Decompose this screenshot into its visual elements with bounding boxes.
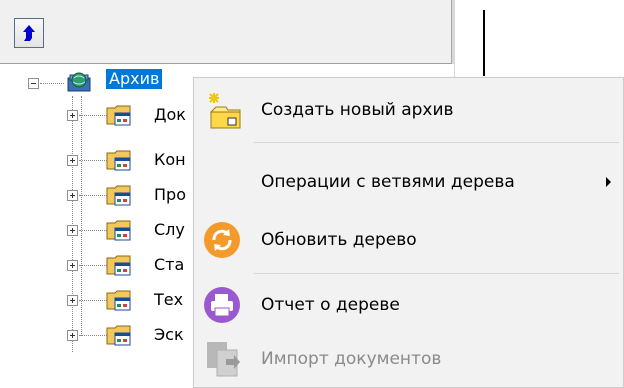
expand-toggle[interactable] <box>67 110 78 121</box>
menu-item-label: Импорт документов <box>261 349 442 369</box>
menu-separator <box>254 142 619 143</box>
folder-document-icon <box>106 105 131 126</box>
expand-toggle[interactable] <box>67 330 78 341</box>
tree-node-label: Слу <box>154 220 185 239</box>
menu-item-label: Обновить дерево <box>261 230 417 250</box>
arrow-up-blue-icon <box>23 25 35 41</box>
menu-item-branch-operations[interactable]: Операции с ветвями дерева <box>194 152 623 212</box>
context-menu: Создать новый архив Операции с ветвями д… <box>193 77 624 388</box>
menu-item-label: Создать новый архив <box>261 100 454 120</box>
tree-node-label: Ста <box>154 255 185 274</box>
expand-toggle[interactable] <box>67 225 78 236</box>
menu-item-refresh-tree[interactable]: Обновить дерево <box>194 210 623 270</box>
expand-toggle[interactable] <box>67 190 78 201</box>
menu-separator <box>254 273 619 274</box>
navigate-up-button[interactable] <box>14 18 44 48</box>
submenu-arrow-icon <box>606 177 611 187</box>
root-collapse-toggle[interactable] <box>28 78 39 89</box>
new-folder-sparkle-icon <box>209 93 241 129</box>
refresh-orange-icon <box>204 222 240 258</box>
tree-node-label: Про <box>154 185 186 204</box>
printer-purple-icon <box>204 287 240 323</box>
folder-document-icon <box>106 185 131 206</box>
menu-item-import-documents[interactable]: Импорт документов <box>194 329 623 388</box>
menu-item-create-archive[interactable]: Создать новый архив <box>194 80 623 140</box>
expand-toggle[interactable] <box>67 260 78 271</box>
folder-document-icon <box>106 325 131 346</box>
tree-toolbar <box>0 0 454 64</box>
menu-item-label: Операции с ветвями дерева <box>261 172 515 192</box>
menu-item-label: Отчет о дереве <box>261 295 400 315</box>
folder-document-icon <box>106 150 131 171</box>
tree-node-label: Док <box>154 105 186 124</box>
folder-document-icon <box>106 290 131 311</box>
folder-document-icon <box>106 255 131 276</box>
archive-globe-icon <box>67 72 91 92</box>
expand-toggle[interactable] <box>67 155 78 166</box>
folder-document-icon <box>106 220 131 241</box>
expand-toggle[interactable] <box>67 295 78 306</box>
tree-node-label: Кон <box>154 150 186 169</box>
application-window: Архив Док Кон Про Слу Ста Тех Эск Создат… <box>0 0 624 388</box>
right-pane-divider <box>483 10 485 76</box>
import-documents-icon <box>207 342 240 377</box>
tree-node-label: Тех <box>154 290 184 309</box>
menu-item-tree-report[interactable]: Отчет о дереве <box>194 275 623 335</box>
tree-node-label: Эск <box>154 325 184 344</box>
tree-root-label[interactable]: Архив <box>106 69 163 89</box>
